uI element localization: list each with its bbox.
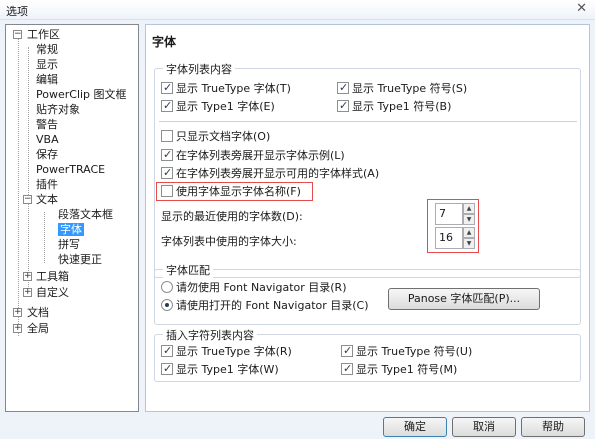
group-label: 插入字符列表内容 [163, 327, 257, 343]
tree-item-quick-correct[interactable]: 快速更正 [44, 252, 102, 267]
insert-character-group: 插入字符列表内容 显示 TrueType 字体(R) 显示 TrueType 符… [154, 327, 581, 382]
chevron-up-icon[interactable]: ▲ [463, 227, 475, 238]
checkbox-icon[interactable] [161, 165, 173, 181]
checkbox-icon[interactable] [161, 361, 173, 377]
group-label: 字体列表内容 [163, 61, 235, 77]
tree-item-plugins[interactable]: 插件 [28, 177, 58, 192]
separator [159, 121, 577, 122]
recent-fonts-count-stepper[interactable]: 7 ▲ ▼ [435, 203, 475, 225]
tree-item-snap[interactable]: 贴齐对象 [28, 102, 80, 117]
checkbox-show-font-sample[interactable]: 在字体列表旁展开显示字体示例(L) [161, 147, 345, 164]
tree-item-edit[interactable]: 编辑 [28, 72, 58, 87]
category-tree: − 工作区 常规 显示 编辑 PowerClip 图文框 贴齐对象 警告 VBA… [5, 24, 139, 412]
font-size-stepper[interactable]: 16 ▲ ▼ [435, 227, 475, 249]
checkbox-insert-truetype-fonts[interactable]: 显示 TrueType 字体(R) [161, 343, 292, 360]
checkbox-icon[interactable] [341, 361, 353, 377]
checkbox-icon[interactable] [161, 98, 173, 114]
tree-item-paragraph-frame[interactable]: 段落文本框 [44, 207, 113, 222]
cancel-button[interactable]: 取消 [452, 417, 516, 437]
radio-icon[interactable] [161, 299, 173, 311]
checkbox-icon[interactable] [161, 80, 173, 96]
tree-item-workspace[interactable]: − 工作区 [13, 27, 60, 42]
checkbox-icon[interactable] [337, 80, 349, 96]
tree-item-document[interactable]: + 文档 [13, 305, 49, 320]
radio-icon[interactable] [161, 281, 173, 293]
options-dialog: 选项 ✕ − 工作区 常规 显示 编辑 PowerClip 图文框 贴齐对象 警… [0, 0, 595, 439]
checkbox-icon[interactable] [341, 343, 353, 359]
checkbox-show-type1-fonts[interactable]: 显示 Type1 字体(E) [161, 98, 275, 115]
checkbox-insert-type1-symbols[interactable]: 显示 Type1 符号(M) [341, 361, 457, 378]
checkbox-icon[interactable] [161, 130, 173, 142]
checkbox-icon[interactable] [337, 98, 349, 114]
recent-fonts-count-input[interactable]: 7 [435, 203, 463, 225]
checkbox-show-truetype-symbols[interactable]: 显示 TrueType 符号(S) [337, 80, 467, 97]
tree-item-general[interactable]: 常规 [28, 42, 58, 57]
font-list-group: 字体列表内容 显示 TrueType 字体(T) 显示 TrueType 符号(… [154, 61, 581, 278]
title-bar: 选项 ✕ [0, 0, 595, 20]
checkbox-use-font-for-names[interactable]: 使用字体显示字体名称(F) [161, 184, 301, 200]
tree-item-warnings[interactable]: 警告 [28, 117, 58, 132]
chevron-down-icon[interactable]: ▼ [463, 238, 475, 249]
tree-item-display[interactable]: 显示 [28, 57, 58, 72]
tree-item-vba[interactable]: VBA [28, 132, 59, 147]
tree-item-text[interactable]: − 文本 [23, 192, 58, 207]
checkbox-icon[interactable] [161, 185, 173, 197]
tree-item-save[interactable]: 保存 [28, 147, 58, 162]
tree-item-spelling[interactable]: 拼写 [44, 237, 80, 252]
close-icon[interactable]: ✕ [576, 1, 587, 16]
checkbox-icon[interactable] [161, 343, 173, 359]
tree-item-global[interactable]: + 全局 [13, 321, 49, 336]
checkbox-document-fonts-only[interactable]: 只显示文档字体(O) [161, 129, 270, 145]
fonts-panel: 字体 字体列表内容 显示 TrueType 字体(T) 显示 TrueType … [145, 24, 590, 412]
ok-button[interactable]: 确定 [383, 417, 447, 437]
page-title: 字体 [152, 35, 177, 49]
radio-no-font-navigator[interactable]: 请勿使用 Font Navigator 目录(R) [161, 280, 347, 296]
checkbox-insert-truetype-symbols[interactable]: 显示 TrueType 符号(U) [341, 343, 472, 360]
font-size-label: 字体列表中使用的字体大小: [161, 235, 297, 248]
tree-item-powerclip[interactable]: PowerClip 图文框 [28, 87, 127, 102]
chevron-up-icon[interactable]: ▲ [463, 203, 475, 214]
group-label: 字体匹配 [163, 262, 213, 278]
radio-use-font-navigator[interactable]: 请使用打开的 Font Navigator 目录(C) [161, 298, 369, 314]
font-size-input[interactable]: 16 [435, 227, 463, 249]
font-match-group: 字体匹配 请勿使用 Font Navigator 目录(R) 请使用打开的 Fo… [154, 262, 581, 325]
help-button[interactable]: 帮助 [521, 417, 585, 437]
checkbox-show-type1-symbols[interactable]: 显示 Type1 符号(B) [337, 98, 451, 115]
panose-match-button[interactable]: Panose 字体匹配(P)... [388, 288, 540, 310]
checkbox-show-truetype-fonts[interactable]: 显示 TrueType 字体(T) [161, 80, 291, 97]
tree-item-toolbox[interactable]: + 工具箱 [23, 269, 69, 284]
tree-item-powertrace[interactable]: PowerTRACE [28, 162, 105, 177]
tree-item-fonts[interactable]: 字体 [44, 222, 84, 237]
checkbox-icon[interactable] [161, 147, 173, 163]
window-title: 选项 [6, 5, 28, 18]
tree-item-customize[interactable]: + 自定义 [23, 285, 69, 300]
chevron-down-icon[interactable]: ▼ [463, 214, 475, 225]
checkbox-insert-type1-fonts[interactable]: 显示 Type1 字体(W) [161, 361, 279, 378]
checkbox-show-font-styles[interactable]: 在字体列表旁展开显示可用的字体样式(A) [161, 165, 379, 182]
recent-fonts-count-label: 显示的最近使用的字体数(D): [161, 210, 303, 223]
